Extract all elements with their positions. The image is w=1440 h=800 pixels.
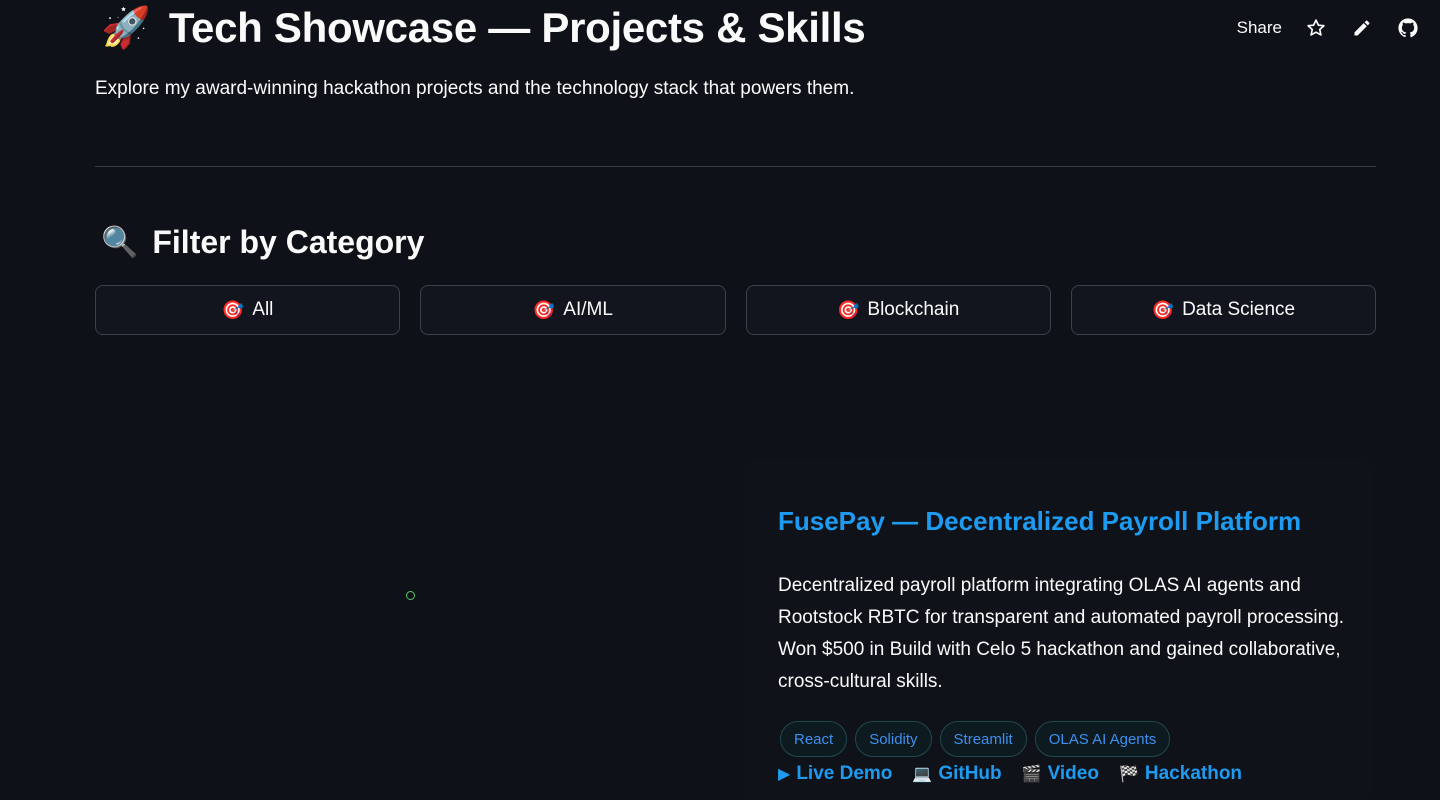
project-card: FusePay — Decentralized Payroll Platform… bbox=[744, 460, 1372, 800]
filter-button-label: All bbox=[252, 299, 274, 320]
project-description: Decentralized payroll platform integrati… bbox=[778, 575, 1345, 692]
filter-all-button[interactable]: 🎯 All bbox=[95, 285, 401, 335]
filter-buttons: 🎯 All 🎯 AI/ML 🎯 Blockchain 🎯 Data Scienc… bbox=[95, 285, 1376, 335]
loading-spinner-icon bbox=[406, 591, 415, 600]
project-title: FusePay — Decentralized Payroll Platform bbox=[778, 506, 1302, 536]
star-icon[interactable] bbox=[1304, 16, 1328, 40]
tech-tag: Streamlit bbox=[939, 721, 1027, 757]
filter-data-science-button[interactable]: 🎯 Data Science bbox=[1070, 285, 1376, 335]
project-links: ▶ Live Demo 💻 GitHub 🎬 Video 🏁 Hackathon bbox=[778, 763, 1242, 785]
divider bbox=[95, 166, 1376, 167]
link-label: Video bbox=[1047, 763, 1099, 784]
filter-blockchain-button[interactable]: 🎯 Blockchain bbox=[745, 285, 1051, 335]
target-icon: 🎯 bbox=[836, 299, 860, 320]
link-label: GitHub bbox=[938, 763, 1002, 784]
tech-tag: Solidity bbox=[855, 721, 932, 757]
clapper-icon: 🎬 bbox=[1021, 766, 1042, 783]
page-subtitle: Explore my award-winning hackathon proje… bbox=[95, 78, 855, 99]
share-button[interactable]: Share bbox=[1237, 18, 1282, 38]
magnifier-icon: 🔍 bbox=[101, 226, 139, 259]
filter-button-label: AI/ML bbox=[563, 299, 613, 320]
tech-tags: React Solidity Streamlit OLAS AI Agents bbox=[780, 721, 1171, 757]
tech-tag: OLAS AI Agents bbox=[1034, 721, 1171, 757]
filter-button-label: Blockchain bbox=[867, 299, 960, 320]
video-link[interactable]: 🎬 Video bbox=[1022, 763, 1099, 785]
github-icon[interactable] bbox=[1396, 16, 1420, 40]
checkered-flag-icon: 🏁 bbox=[1118, 766, 1139, 783]
link-label: Hackathon bbox=[1144, 763, 1243, 784]
hackathon-link[interactable]: 🏁 Hackathon bbox=[1119, 763, 1242, 785]
live-demo-link[interactable]: ▶ Live Demo bbox=[778, 763, 892, 785]
laptop-icon: 💻 bbox=[912, 766, 933, 783]
target-icon: 🎯 bbox=[1151, 299, 1175, 320]
link-label: Live Demo bbox=[796, 763, 893, 784]
tech-tag: React bbox=[780, 721, 848, 757]
target-icon: 🎯 bbox=[532, 299, 556, 320]
filter-ai-ml-button[interactable]: 🎯 AI/ML bbox=[420, 285, 726, 335]
toolbar: Share bbox=[1237, 16, 1420, 40]
rocket-icon: 🚀 bbox=[101, 6, 151, 50]
target-icon: 🎯 bbox=[221, 299, 245, 320]
github-link[interactable]: 💻 GitHub bbox=[912, 763, 1001, 785]
play-icon: ▶ bbox=[778, 766, 791, 783]
page-title: Tech Showcase — Projects & Skills bbox=[168, 4, 866, 51]
page-header: 🚀 Tech Showcase — Projects & Skills bbox=[101, 4, 866, 52]
filter-section-title: Filter by Category bbox=[152, 224, 425, 260]
filter-section-header: 🔍 Filter by Category bbox=[101, 224, 424, 261]
pencil-icon[interactable] bbox=[1350, 16, 1374, 40]
filter-button-label: Data Science bbox=[1182, 299, 1296, 320]
